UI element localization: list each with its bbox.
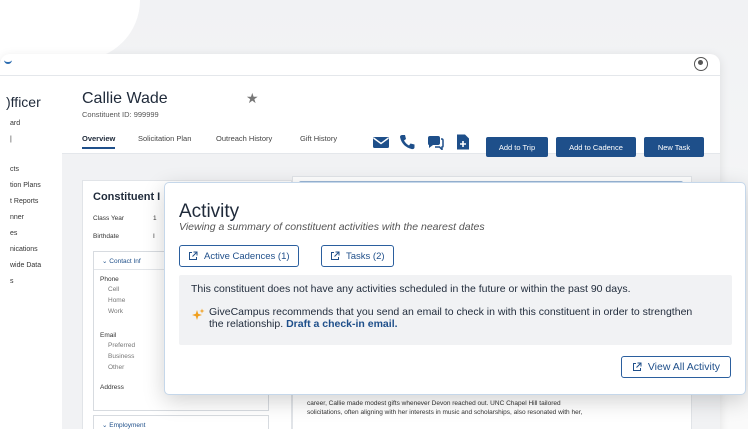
no-activity-message: This constituent does not have any activ… [191, 283, 631, 295]
employment-label: Employment [109, 422, 146, 429]
sidebar-item[interactable]: tion Plans [10, 182, 41, 189]
external-link-icon [189, 251, 198, 260]
recommendation-body: GiveCampus recommends that you send an e… [209, 306, 693, 330]
email-icon[interactable] [372, 134, 390, 150]
profile-icon[interactable] [694, 57, 708, 71]
sidebar-item[interactable]: | [10, 136, 12, 143]
sidebar-item[interactable]: s [10, 278, 14, 285]
story-line: career, Callie made modest gifts wheneve… [307, 400, 561, 407]
phone-icon[interactable] [398, 134, 416, 150]
sidebar-item[interactable]: t Reports [10, 198, 38, 205]
tab-overview[interactable]: Overview [82, 134, 116, 149]
logo-icon[interactable] [4, 60, 12, 64]
activity-subtitle: Viewing a summary of constituent activit… [179, 221, 485, 233]
tasks-label: Tasks (2) [346, 250, 385, 262]
phone-label: Phone [100, 276, 119, 283]
view-all-activity-label: View All Activity [647, 361, 720, 373]
recommendation-text: GiveCampus recommends that you send an e… [209, 306, 709, 330]
birthdate-label: Birthdate [93, 233, 120, 240]
external-link-icon [331, 251, 340, 260]
birthdate-value: I [153, 233, 155, 240]
top-bar [0, 54, 720, 76]
add-to-trip-button[interactable]: Add to Trip [486, 137, 548, 157]
sidebar-item[interactable]: nications [10, 246, 38, 253]
screenshot-stage: )fficer ard | cts tion Plans t Reports n… [0, 0, 748, 429]
phone-type: Work [108, 308, 124, 315]
add-to-cadence-button[interactable]: Add to Cadence [556, 137, 636, 157]
active-cadences-label: Active Cadences (1) [204, 250, 290, 262]
sidebar-item[interactable]: es [10, 230, 17, 237]
email-type: Business [108, 353, 135, 360]
tasks-button[interactable]: Tasks (2) [321, 245, 394, 267]
star-icon[interactable]: ★ [246, 90, 259, 107]
new-task-button[interactable]: New Task [644, 137, 704, 157]
constituent-name: Callie Wade [82, 90, 168, 107]
sidebar-title: )fficer [6, 94, 41, 110]
sidebar-item[interactable]: cts [10, 166, 19, 173]
class-year-label: Class Year [93, 215, 125, 222]
constituent-header: Callie Wade ★ Constituent ID: 999999 Ove… [62, 76, 720, 157]
sidebar-item[interactable]: wide Data [10, 262, 41, 269]
address-label: Address [100, 384, 124, 391]
contact-info-label: Contact Inf [109, 258, 141, 265]
tab-gift-history[interactable]: Gift History [300, 134, 337, 143]
chat-icon[interactable] [426, 134, 444, 150]
constituent-id: Constituent ID: 999999 [82, 110, 159, 119]
active-cadences-button[interactable]: Active Cadences (1) [179, 245, 299, 267]
activity-panel: Activity Viewing a summary of constituen… [164, 182, 746, 395]
sparkle-icon [192, 308, 205, 320]
activity-title: Activity [179, 201, 240, 222]
story-line: solicitations, often aligning with her i… [307, 409, 583, 416]
tab-outreach-history[interactable]: Outreach History [216, 134, 272, 143]
tab-solicitation-plan[interactable]: Solicitation Plan [138, 134, 191, 143]
employment-header[interactable]: ⌄ Employment [94, 416, 268, 429]
card-title: Constituent I [93, 191, 161, 203]
external-link-icon [632, 362, 642, 371]
email-type: Other [108, 364, 125, 371]
add-document-icon[interactable] [454, 134, 472, 150]
activity-message-box: This constituent does not have any activ… [179, 275, 732, 345]
sidebar: )fficer ard | cts tion Plans t Reports n… [0, 76, 62, 429]
phone-type: Cell [108, 286, 120, 293]
sidebar-item[interactable]: nner [10, 214, 24, 221]
class-year-value: 1 [153, 215, 157, 222]
view-all-activity-button[interactable]: View All Activity [620, 356, 731, 378]
email-type: Preferred [108, 342, 136, 349]
constituent-story: career, Callie made modest gifts wheneve… [307, 399, 677, 417]
sidebar-item[interactable]: ard [10, 120, 20, 127]
phone-type: Home [108, 297, 126, 304]
email-label: Email [100, 332, 117, 339]
draft-email-link[interactable]: Draft a check-in email. [286, 318, 397, 330]
employment-section: ⌄ Employment [93, 415, 269, 429]
